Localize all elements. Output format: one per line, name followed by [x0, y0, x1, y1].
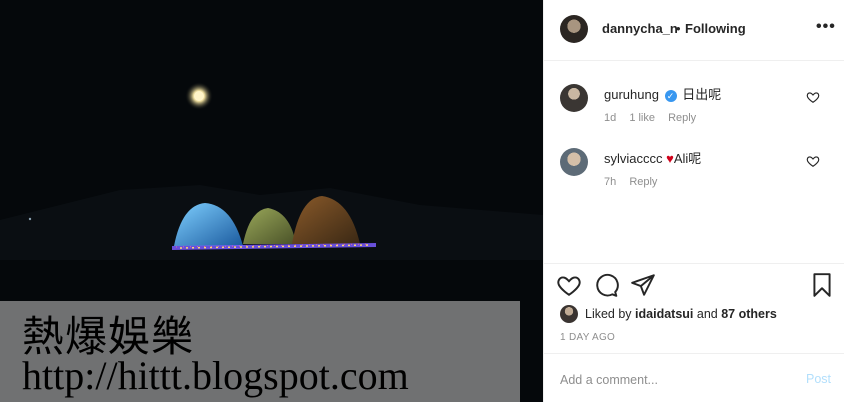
verified-badge-icon: ✓ — [664, 89, 677, 102]
add-comment-input[interactable] — [560, 372, 780, 388]
comment-line: guruhung ✓ 日出呢 — [604, 84, 721, 103]
like-heart-icon[interactable] — [556, 272, 582, 298]
author-avatar[interactable] — [560, 15, 588, 43]
liker-username[interactable]: idaidatsui — [635, 307, 693, 321]
likes-summary: Liked by idaidatsui and 87 others — [560, 305, 840, 325]
liked-by-and: and — [696, 307, 718, 321]
section-divider — [544, 263, 844, 264]
comment-likes-count[interactable]: 1 like — [629, 112, 655, 124]
commenter-avatar[interactable] — [560, 84, 588, 112]
add-comment-bar: Post — [544, 353, 844, 403]
post-actions — [544, 272, 844, 300]
like-comment-heart-icon[interactable] — [806, 154, 820, 168]
liker-avatar[interactable] — [560, 305, 578, 323]
like-comment-heart-icon[interactable] — [806, 90, 820, 104]
post-side-panel: dannycha_n • Following ••• guruhung ✓ 日出… — [543, 0, 844, 402]
more-options-icon[interactable]: ••• — [816, 18, 836, 36]
reply-button[interactable]: Reply — [668, 112, 696, 124]
comment-bubble-icon[interactable] — [593, 272, 619, 298]
post-comment-button[interactable]: Post — [806, 372, 831, 386]
author-username[interactable]: dannycha_n — [602, 21, 678, 36]
commenter-username[interactable]: sylviacccc — [604, 151, 663, 166]
liked-by-prefix: Liked by — [585, 307, 632, 321]
post-header: dannycha_n • Following ••• — [544, 0, 844, 61]
comment-text: 日出呢 — [682, 87, 722, 102]
commenter-avatar[interactable] — [560, 148, 588, 176]
comment-time: 1d — [604, 112, 617, 124]
comment-text: Ali呢 — [673, 151, 702, 166]
separator-dot: • — [676, 21, 681, 36]
comment-time: 7h — [604, 176, 617, 188]
comment-meta: 7h Reply — [604, 176, 667, 188]
following-button[interactable]: Following — [685, 21, 746, 36]
red-heart-emoji-icon: ♥ — [666, 151, 674, 166]
reply-button[interactable]: Reply — [629, 176, 657, 188]
watermark-url: http://hittt.blogspot.com — [22, 353, 409, 398]
share-paper-plane-icon[interactable] — [630, 272, 656, 298]
likes-text: Liked by idaidatsui and 87 others — [585, 307, 777, 321]
commenter-username[interactable]: guruhung — [604, 87, 659, 102]
comment-meta: 1d 1 like Reply — [604, 112, 706, 124]
save-bookmark-icon[interactable] — [809, 272, 835, 298]
comment-line: sylviacccc ♥Ali呢 — [604, 148, 701, 167]
post-date[interactable]: 1 DAY AGO — [560, 332, 615, 343]
likes-others-link[interactable]: 87 others — [721, 307, 777, 321]
